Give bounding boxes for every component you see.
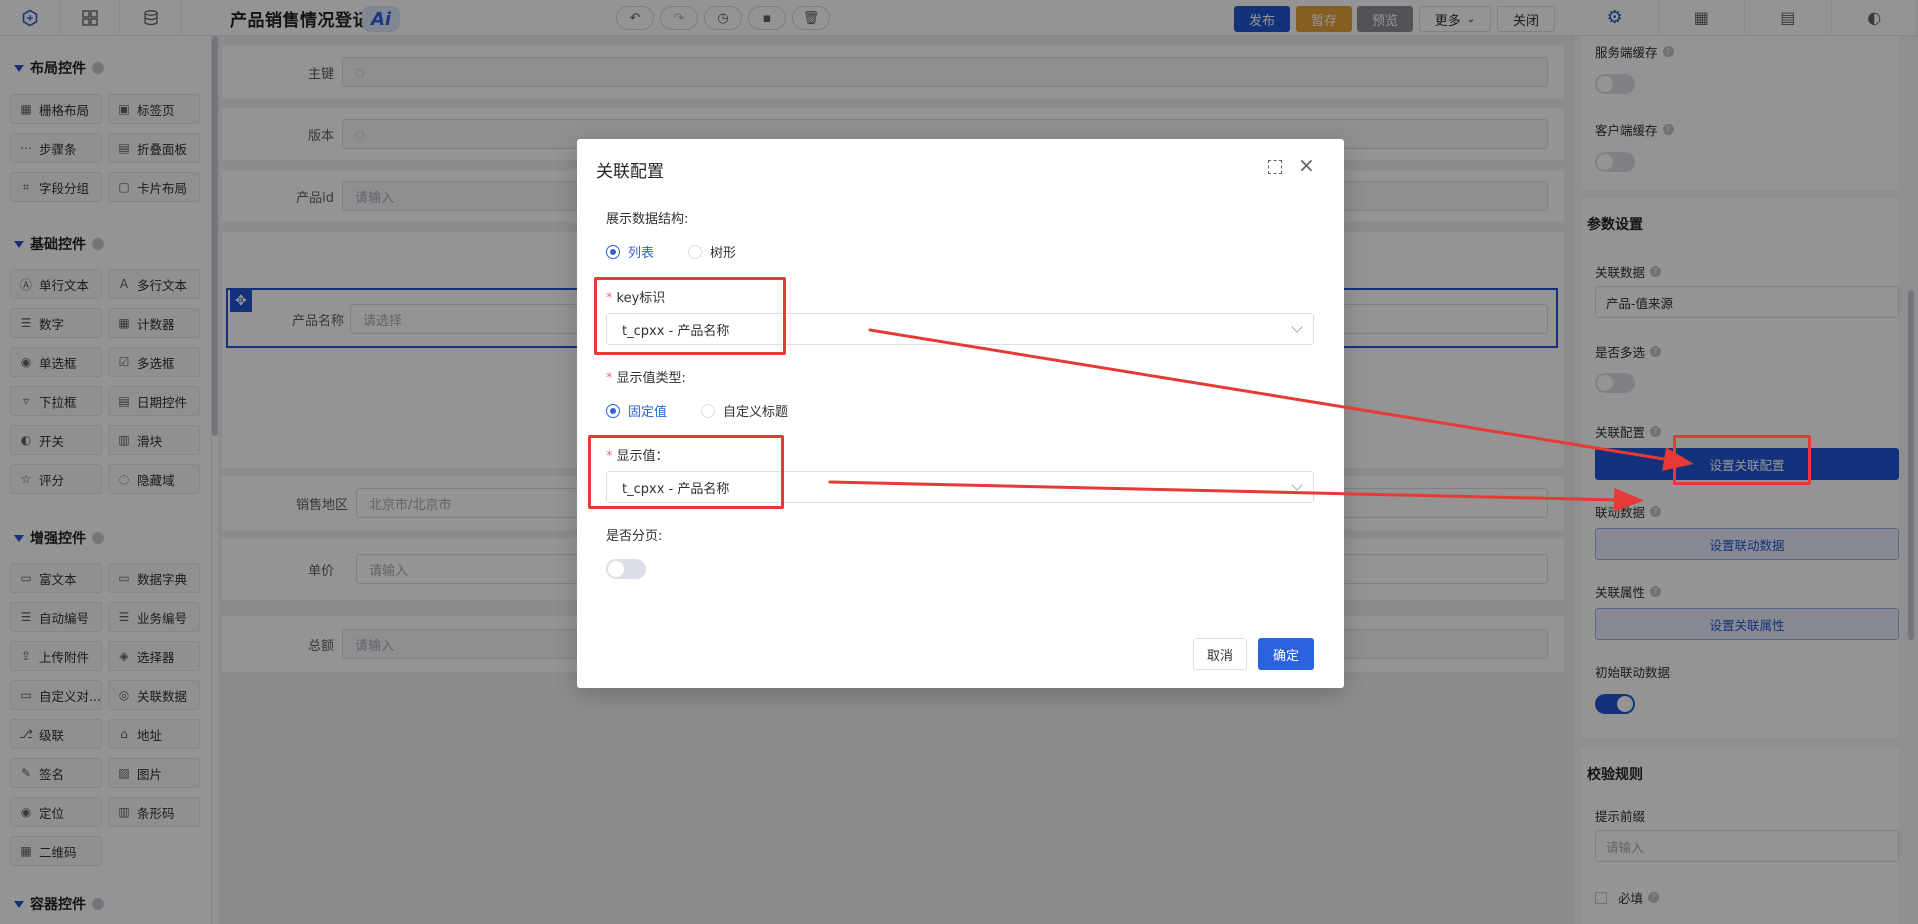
dialog-title: 关联配置 <box>596 162 664 182</box>
radio-label: 固定值 <box>628 405 668 420</box>
required-asterisk: * <box>606 371 613 386</box>
radio-label: 列表 <box>628 246 655 261</box>
paging-toggle[interactable] <box>606 559 646 579</box>
radio-tree[interactable]: 树形 <box>688 242 736 261</box>
fullscreen-icon[interactable] <box>1268 160 1282 174</box>
annotation-box-key <box>594 277 786 355</box>
radio-label: 自定义标题 <box>723 405 789 420</box>
close-icon[interactable]: × <box>1298 153 1315 177</box>
radio-dot[interactable] <box>606 403 620 418</box>
radio-dot[interactable] <box>606 244 620 259</box>
label-text: 显示值类型: <box>616 371 686 386</box>
radio-list[interactable]: 列表 <box>606 242 654 261</box>
radio-fixed-value[interactable]: 固定值 <box>606 401 667 420</box>
paging-label: 是否分页: <box>606 529 663 544</box>
cancel-button[interactable]: 取消 <box>1193 638 1247 670</box>
radio-dot[interactable] <box>688 244 702 259</box>
related-config-dialog: 关联配置 × 展示数据结构: 列表 树形 * key标识 t_cpxx - 产品名… <box>577 139 1344 688</box>
chevron-down-icon <box>1291 321 1303 333</box>
radio-label: 树形 <box>710 246 737 261</box>
display-type-label: * 显示值类型: <box>606 367 686 386</box>
radio-custom-title[interactable]: 自定义标题 <box>701 401 788 420</box>
chevron-down-icon <box>1291 479 1303 491</box>
annotation-box-config-button <box>1673 435 1811 485</box>
display-structure-label: 展示数据结构: <box>606 212 689 227</box>
confirm-button[interactable]: 确定 <box>1258 638 1314 670</box>
radio-dot[interactable] <box>701 403 715 418</box>
annotation-box-display-value <box>588 435 784 509</box>
